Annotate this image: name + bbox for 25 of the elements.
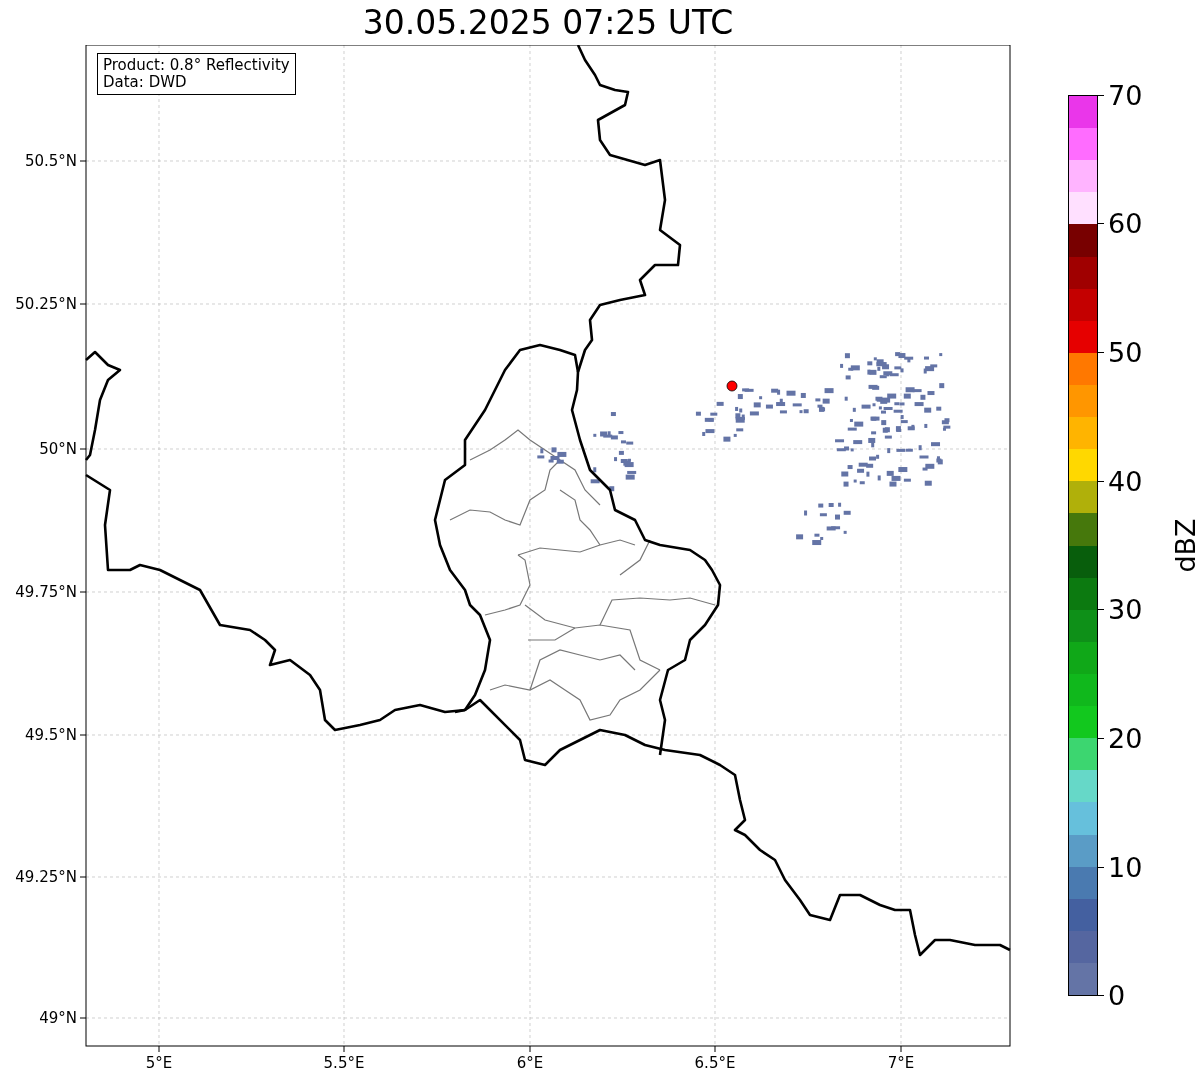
longitude-tick-label: 6.5°E: [694, 1054, 736, 1072]
latitude-tick-label: 49.5°N: [24, 726, 77, 744]
colorbar-tick-label: 20: [1108, 723, 1143, 754]
chart-title: 30.05.2025 07:25 UTC: [362, 3, 734, 42]
latitude-tick-label: 50.5°N: [24, 152, 77, 170]
colorbar-tick-label: 10: [1108, 851, 1143, 883]
longitude-tick-label: 5.5°E: [323, 1054, 365, 1072]
colorbar-tick-label: 0: [1108, 980, 1126, 1012]
latitude-tick-label: 49.25°N: [15, 868, 77, 886]
colorbar-label: dBZ: [1169, 518, 1201, 573]
colorbar-tick-label: 50: [1108, 336, 1143, 368]
latitude-tick-label: 50°N: [39, 440, 77, 458]
latitude-tick-label: 50.25°N: [15, 295, 77, 313]
latitude-tick-label: 49.75°N: [15, 583, 77, 601]
longitude-tick-label: 7°E: [887, 1054, 915, 1072]
longitude-tick-label: 5°E: [145, 1054, 173, 1072]
colorbar-tick-label: 70: [1108, 79, 1143, 111]
info-text: Product: 0.8° Reflectivity: [103, 57, 290, 74]
colorbar-tick-label: 30: [1108, 594, 1143, 626]
colorbar-tick-label: 40: [1108, 465, 1143, 497]
colorbar-tick-label: 60: [1108, 208, 1143, 240]
longitude-tick-label: 6°E: [516, 1054, 544, 1072]
info-text: Data: DWD: [103, 74, 188, 91]
latitude-tick-label: 49°N: [39, 1009, 77, 1027]
radar-site-marker: [726, 380, 738, 392]
